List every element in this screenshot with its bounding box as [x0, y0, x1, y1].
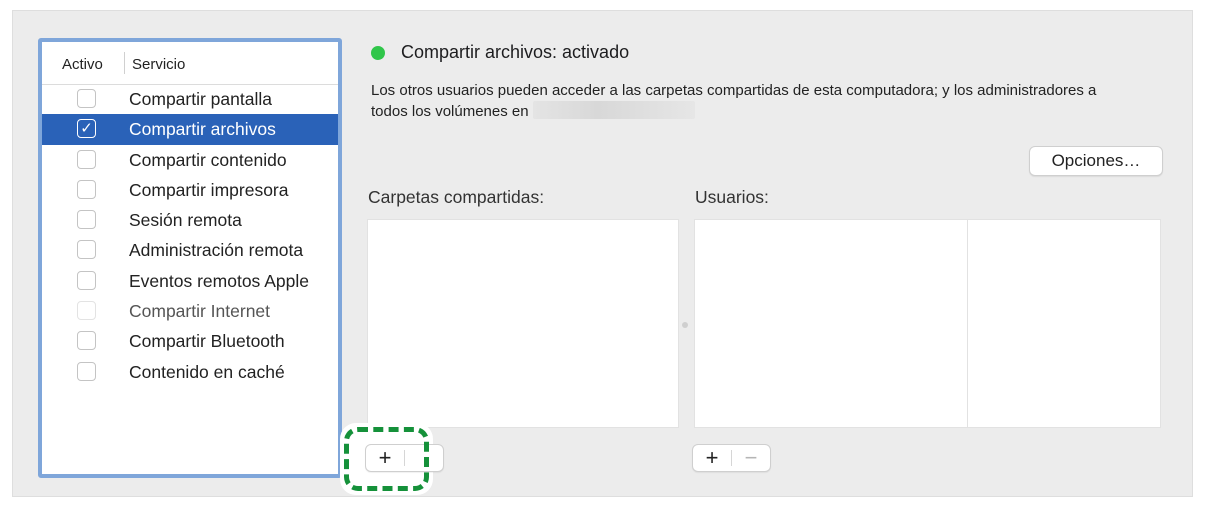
sharing-description: Los otros usuarios pueden acceder a las …	[371, 80, 1131, 122]
status-title: Compartir archivos: activado	[401, 42, 630, 62]
checkmark-icon: ✓	[80, 120, 93, 138]
service-checkbox[interactable]	[77, 270, 96, 290]
remove-user-button[interactable]: −	[732, 445, 770, 471]
service-row[interactable]: Compartir contenido	[42, 145, 338, 175]
service-row[interactable]: Compartir pantalla	[42, 84, 338, 114]
service-checkbox[interactable]	[77, 149, 96, 169]
users-add-remove: + −	[692, 444, 771, 472]
shared-folders-list[interactable]	[367, 219, 679, 428]
service-checkbox[interactable]	[77, 240, 96, 260]
add-shared-folder-button[interactable]: +	[366, 445, 404, 471]
options-button[interactable]: Opciones…	[1029, 146, 1163, 176]
service-row[interactable]: Administración remota	[42, 235, 338, 265]
service-list[interactable]: Activo Servicio Compartir pantalla ✓ Compa…	[38, 38, 342, 478]
service-label: Compartir contenido	[129, 149, 287, 170]
split-handle[interactable]	[682, 322, 688, 328]
service-label: Compartir Internet	[129, 301, 271, 322]
service-row[interactable]: Sesión remota	[42, 205, 338, 235]
service-checkbox[interactable]	[77, 361, 96, 381]
service-row[interactable]: Compartir impresora	[42, 175, 338, 205]
description-text: Los otros usuarios pueden acceder a las …	[371, 82, 1097, 120]
service-row[interactable]: Compartir Internet	[42, 296, 338, 326]
users-list[interactable]	[694, 219, 968, 428]
service-row[interactable]: Contenido en caché	[42, 357, 338, 387]
service-row[interactable]: Compartir Bluetooth	[42, 326, 338, 356]
column-header-active[interactable]: Activo	[62, 56, 103, 73]
column-header-service[interactable]: Servicio	[132, 56, 185, 73]
service-label: Compartir Bluetooth	[129, 331, 285, 352]
remove-shared-folder-button[interactable]	[405, 445, 443, 471]
service-row[interactable]: ✓ Compartir archivos	[42, 114, 338, 145]
service-checkbox[interactable]	[77, 210, 96, 230]
service-rows: Compartir pantalla ✓ Compartir archivos Com…	[42, 84, 338, 387]
service-row[interactable]: Eventos remotos Apple	[42, 266, 338, 296]
service-checkbox[interactable]	[77, 331, 96, 351]
service-checkbox[interactable]	[77, 179, 96, 199]
service-checkbox	[77, 301, 96, 321]
add-user-button[interactable]: +	[693, 445, 731, 471]
service-label: Compartir archivos	[129, 119, 276, 140]
column-divider	[124, 52, 125, 74]
shared-folders-add-remove: +	[365, 444, 444, 472]
shared-folders-label: Carpetas compartidas:	[368, 187, 545, 207]
service-label: Contenido en caché	[129, 361, 285, 382]
service-list-header: Activo Servicio	[42, 42, 338, 85]
service-checkbox[interactable]	[77, 89, 96, 108]
service-label: Administración remota	[129, 240, 304, 261]
status-indicator-icon	[371, 46, 385, 60]
redacted-computer-name	[532, 101, 695, 119]
service-checkbox[interactable]: ✓	[77, 119, 96, 139]
service-label: Sesión remota	[129, 210, 242, 231]
service-label: Eventos remotos Apple	[129, 270, 309, 291]
service-label: Compartir impresora	[129, 179, 289, 200]
permissions-list[interactable]	[967, 219, 1161, 428]
users-label: Usuarios:	[695, 187, 769, 207]
service-label: Compartir pantalla	[129, 89, 272, 109]
